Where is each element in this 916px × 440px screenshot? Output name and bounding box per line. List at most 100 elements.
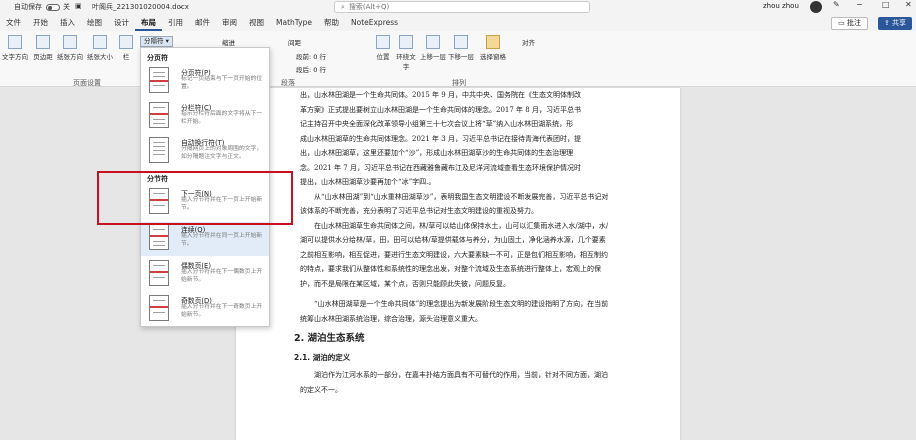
heading-2: 2. 湖泊生态系统 bbox=[294, 333, 365, 344]
orientation-label: 纸张方向 bbox=[57, 53, 83, 61]
text-wrapping-break-icon bbox=[149, 137, 169, 163]
column-break-icon bbox=[149, 102, 169, 128]
comment-label: 批注 bbox=[847, 19, 861, 27]
text-direction-icon bbox=[8, 35, 22, 49]
selection-pane-label: 选择窗格 bbox=[480, 53, 506, 61]
share-icon: ⇪ bbox=[883, 19, 892, 27]
doc-line: 念。2021 年 7 月，习近平总书记在西藏雅鲁藏布江及尼洋河流域查看生态环境保… bbox=[300, 163, 581, 172]
close-icon[interactable]: ✕ bbox=[905, 0, 912, 9]
comment-icon: ▭ bbox=[838, 19, 847, 27]
save-icon[interactable]: ▣ bbox=[75, 2, 82, 10]
chevron-down-icon[interactable]: ⌄ bbox=[178, 2, 184, 10]
bring-forward-icon bbox=[426, 35, 440, 49]
menu-view[interactable]: 视图 bbox=[243, 15, 270, 31]
menu-home[interactable]: 开始 bbox=[27, 15, 54, 31]
breaks-button[interactable]: 分隔符 ▾ bbox=[140, 36, 173, 47]
size-label: 纸张大小 bbox=[87, 53, 113, 61]
menu-review[interactable]: 审阅 bbox=[216, 15, 243, 31]
even-page-option[interactable]: 偶数页(E) 插入分节符并在下一偶数页上开始新节。 bbox=[141, 258, 269, 292]
wrap-text-icon bbox=[399, 35, 413, 49]
spacing-before-field[interactable]: 段前: 0 行 bbox=[296, 51, 326, 61]
odd-page-icon bbox=[149, 295, 169, 321]
wrap-text-button[interactable]: 环绕文字 bbox=[394, 35, 418, 71]
breaks-label: 分隔符 bbox=[144, 37, 164, 45]
maximize-icon[interactable]: □ bbox=[882, 0, 890, 9]
menu-mathtype[interactable]: MathType bbox=[270, 15, 318, 31]
chevron-down-icon: ▾ bbox=[165, 37, 169, 45]
paragraph-group-label: 段落 bbox=[281, 79, 295, 87]
doc-line: 出，山水林田湖是一个生命共同体。2015 年 9 月，中共中央、国务院在《生态文… bbox=[300, 91, 581, 99]
doc-line: 提出，山水林田湖草沙要再加个“冰”字四.。 bbox=[300, 178, 436, 186]
continuous-option[interactable]: 连续(O) 插入分节符并在同一页上开始新节。 bbox=[141, 222, 269, 256]
menu-mailings[interactable]: 邮件 bbox=[189, 15, 216, 31]
doc-line: 革方案》正式提出要树立山水林田湖是一个生命共同体的理念。2017 年 8 月，习… bbox=[300, 105, 581, 114]
spacing-after-field[interactable]: 段后: 0 行 bbox=[296, 64, 326, 74]
menu-bar: 文件 开始 插入 绘图 设计 布局 引用 邮件 审阅 视图 MathType 帮… bbox=[0, 15, 916, 31]
menu-insert[interactable]: 插入 bbox=[54, 15, 81, 31]
indent-label: 缩进 bbox=[222, 39, 235, 47]
send-backward-label: 下移一层 bbox=[448, 53, 474, 61]
align-button[interactable]: 对齐 bbox=[522, 37, 535, 47]
margins-label: 页边距 bbox=[33, 53, 53, 61]
minimize-icon[interactable]: − bbox=[856, 0, 863, 9]
document-body[interactable]: 出，山水林田湖是一个生命共同体。2015 年 9 月，中共中央、国务院在《生态文… bbox=[294, 88, 612, 397]
search-icon: ⌕ bbox=[341, 2, 345, 11]
search-input[interactable]: ⌕ 搜索(Alt+Q) bbox=[334, 1, 590, 13]
autosave-toggle[interactable] bbox=[46, 4, 60, 11]
doc-paragraph: 湖泊作为江河水系的一部分，在嘉丰扑结方面具有不可替代的作用，当前，针对不同方面，… bbox=[300, 371, 608, 394]
bring-forward-button[interactable]: 上移一层 bbox=[420, 35, 446, 61]
text-direction-label: 文字方向 bbox=[2, 53, 28, 61]
wrap-text-label: 环绕文字 bbox=[396, 53, 416, 71]
column-break-option[interactable]: 分栏符(C) 指示分栏符后面的文字将从下一栏开始。 bbox=[141, 100, 269, 134]
size-icon bbox=[93, 35, 107, 49]
annotation-highlight-box bbox=[97, 171, 293, 225]
ribbon-display-icon[interactable]: ✎ bbox=[833, 0, 840, 9]
send-backward-icon bbox=[454, 35, 468, 49]
menu-help[interactable]: 帮助 bbox=[318, 15, 345, 31]
columns-label: 栏 bbox=[122, 53, 130, 61]
menu-layout[interactable]: 布局 bbox=[135, 15, 162, 31]
size-button[interactable]: 纸张大小 bbox=[86, 35, 114, 61]
ribbon: 文字方向 页边距 纸张方向 纸张大小 栏 页面设置 缩进 间距 段前: 0 行 … bbox=[0, 31, 916, 87]
margins-button[interactable]: 页边距 bbox=[30, 35, 56, 61]
text-wrapping-break-option[interactable]: 自动换行符(T) 分隔网页上的对象周围的文字，如分隔题注文字与正文。 bbox=[141, 135, 269, 169]
comment-button[interactable]: ▭ 批注 bbox=[831, 17, 868, 30]
selection-pane-button[interactable]: 选择窗格 bbox=[478, 35, 508, 61]
send-backward-button[interactable]: 下移一层 bbox=[448, 35, 474, 61]
column-break-desc: 指示分栏符后面的文字将从下一栏开始。 bbox=[181, 111, 263, 125]
doc-line: 记主持召开中央全面深化改革领导小组第三十七次会议上将“草”纳入山水林田湖系统，形 bbox=[300, 120, 574, 128]
avatar[interactable] bbox=[810, 1, 822, 13]
selection-pane-icon bbox=[486, 35, 500, 49]
doc-paragraph: 从“山水林田湖”到“山水重林田湖草沙”，表明我国生态文明建设不断发展完善，习近平… bbox=[300, 192, 609, 216]
position-icon bbox=[376, 35, 390, 49]
position-label: 位置 bbox=[376, 53, 390, 61]
page-break-icon bbox=[149, 67, 169, 93]
share-button[interactable]: ⇪ 共享 bbox=[877, 17, 912, 30]
menu-references[interactable]: 引用 bbox=[162, 15, 189, 31]
even-page-icon bbox=[149, 260, 169, 286]
menu-noteexpress[interactable]: NoteExpress bbox=[345, 15, 404, 31]
menu-design[interactable]: 设计 bbox=[108, 15, 135, 31]
search-placeholder: 搜索(Alt+Q) bbox=[348, 3, 390, 11]
heading-3: 2.1. 湖泊的定义 bbox=[294, 352, 351, 362]
columns-icon bbox=[119, 35, 133, 49]
text-wrapping-break-desc: 分隔网页上的对象周围的文字，如分隔题注文字与正文。 bbox=[181, 146, 263, 160]
menu-draw[interactable]: 绘图 bbox=[81, 15, 108, 31]
page-break-option[interactable]: 分页符(P) 标记一页结束与下一页开始的位置。 bbox=[141, 65, 269, 99]
doc-line: 出，山水林田湖草，这里还要加个“沙”，形成山水林田湖草沙的生命共同体的生态治理理 bbox=[300, 149, 574, 157]
orientation-button[interactable]: 纸张方向 bbox=[56, 35, 84, 61]
menu-file[interactable]: 文件 bbox=[0, 15, 27, 31]
continuous-desc: 插入分节符并在同一页上开始新节。 bbox=[181, 233, 263, 247]
columns-button[interactable]: 栏 bbox=[118, 35, 134, 61]
spacing-label: 间距 bbox=[288, 39, 301, 47]
text-direction-button[interactable]: 文字方向 bbox=[2, 35, 28, 61]
even-page-desc: 插入分节符并在下一偶数页上开始新节。 bbox=[181, 269, 263, 283]
doc-paragraph: 在山水林田湖草生命共同体之间，林/草可以给山体保持水土，山可以汇集雨水进入水/湖… bbox=[300, 221, 609, 288]
odd-page-option[interactable]: 奇数页(D) 插入分节符并在下一奇数页上开始新节。 bbox=[141, 293, 269, 327]
autosave-label: 自动保存 bbox=[14, 3, 42, 11]
position-button[interactable]: 位置 bbox=[374, 35, 392, 61]
autosave-state: 关 bbox=[63, 3, 70, 11]
margins-icon bbox=[36, 35, 50, 49]
doc-line: 成山水林田湖草的生命共同体理念。2021 年 3 月，习近平总书记在接待青海代表… bbox=[300, 134, 581, 143]
share-label: 共享 bbox=[892, 19, 906, 27]
